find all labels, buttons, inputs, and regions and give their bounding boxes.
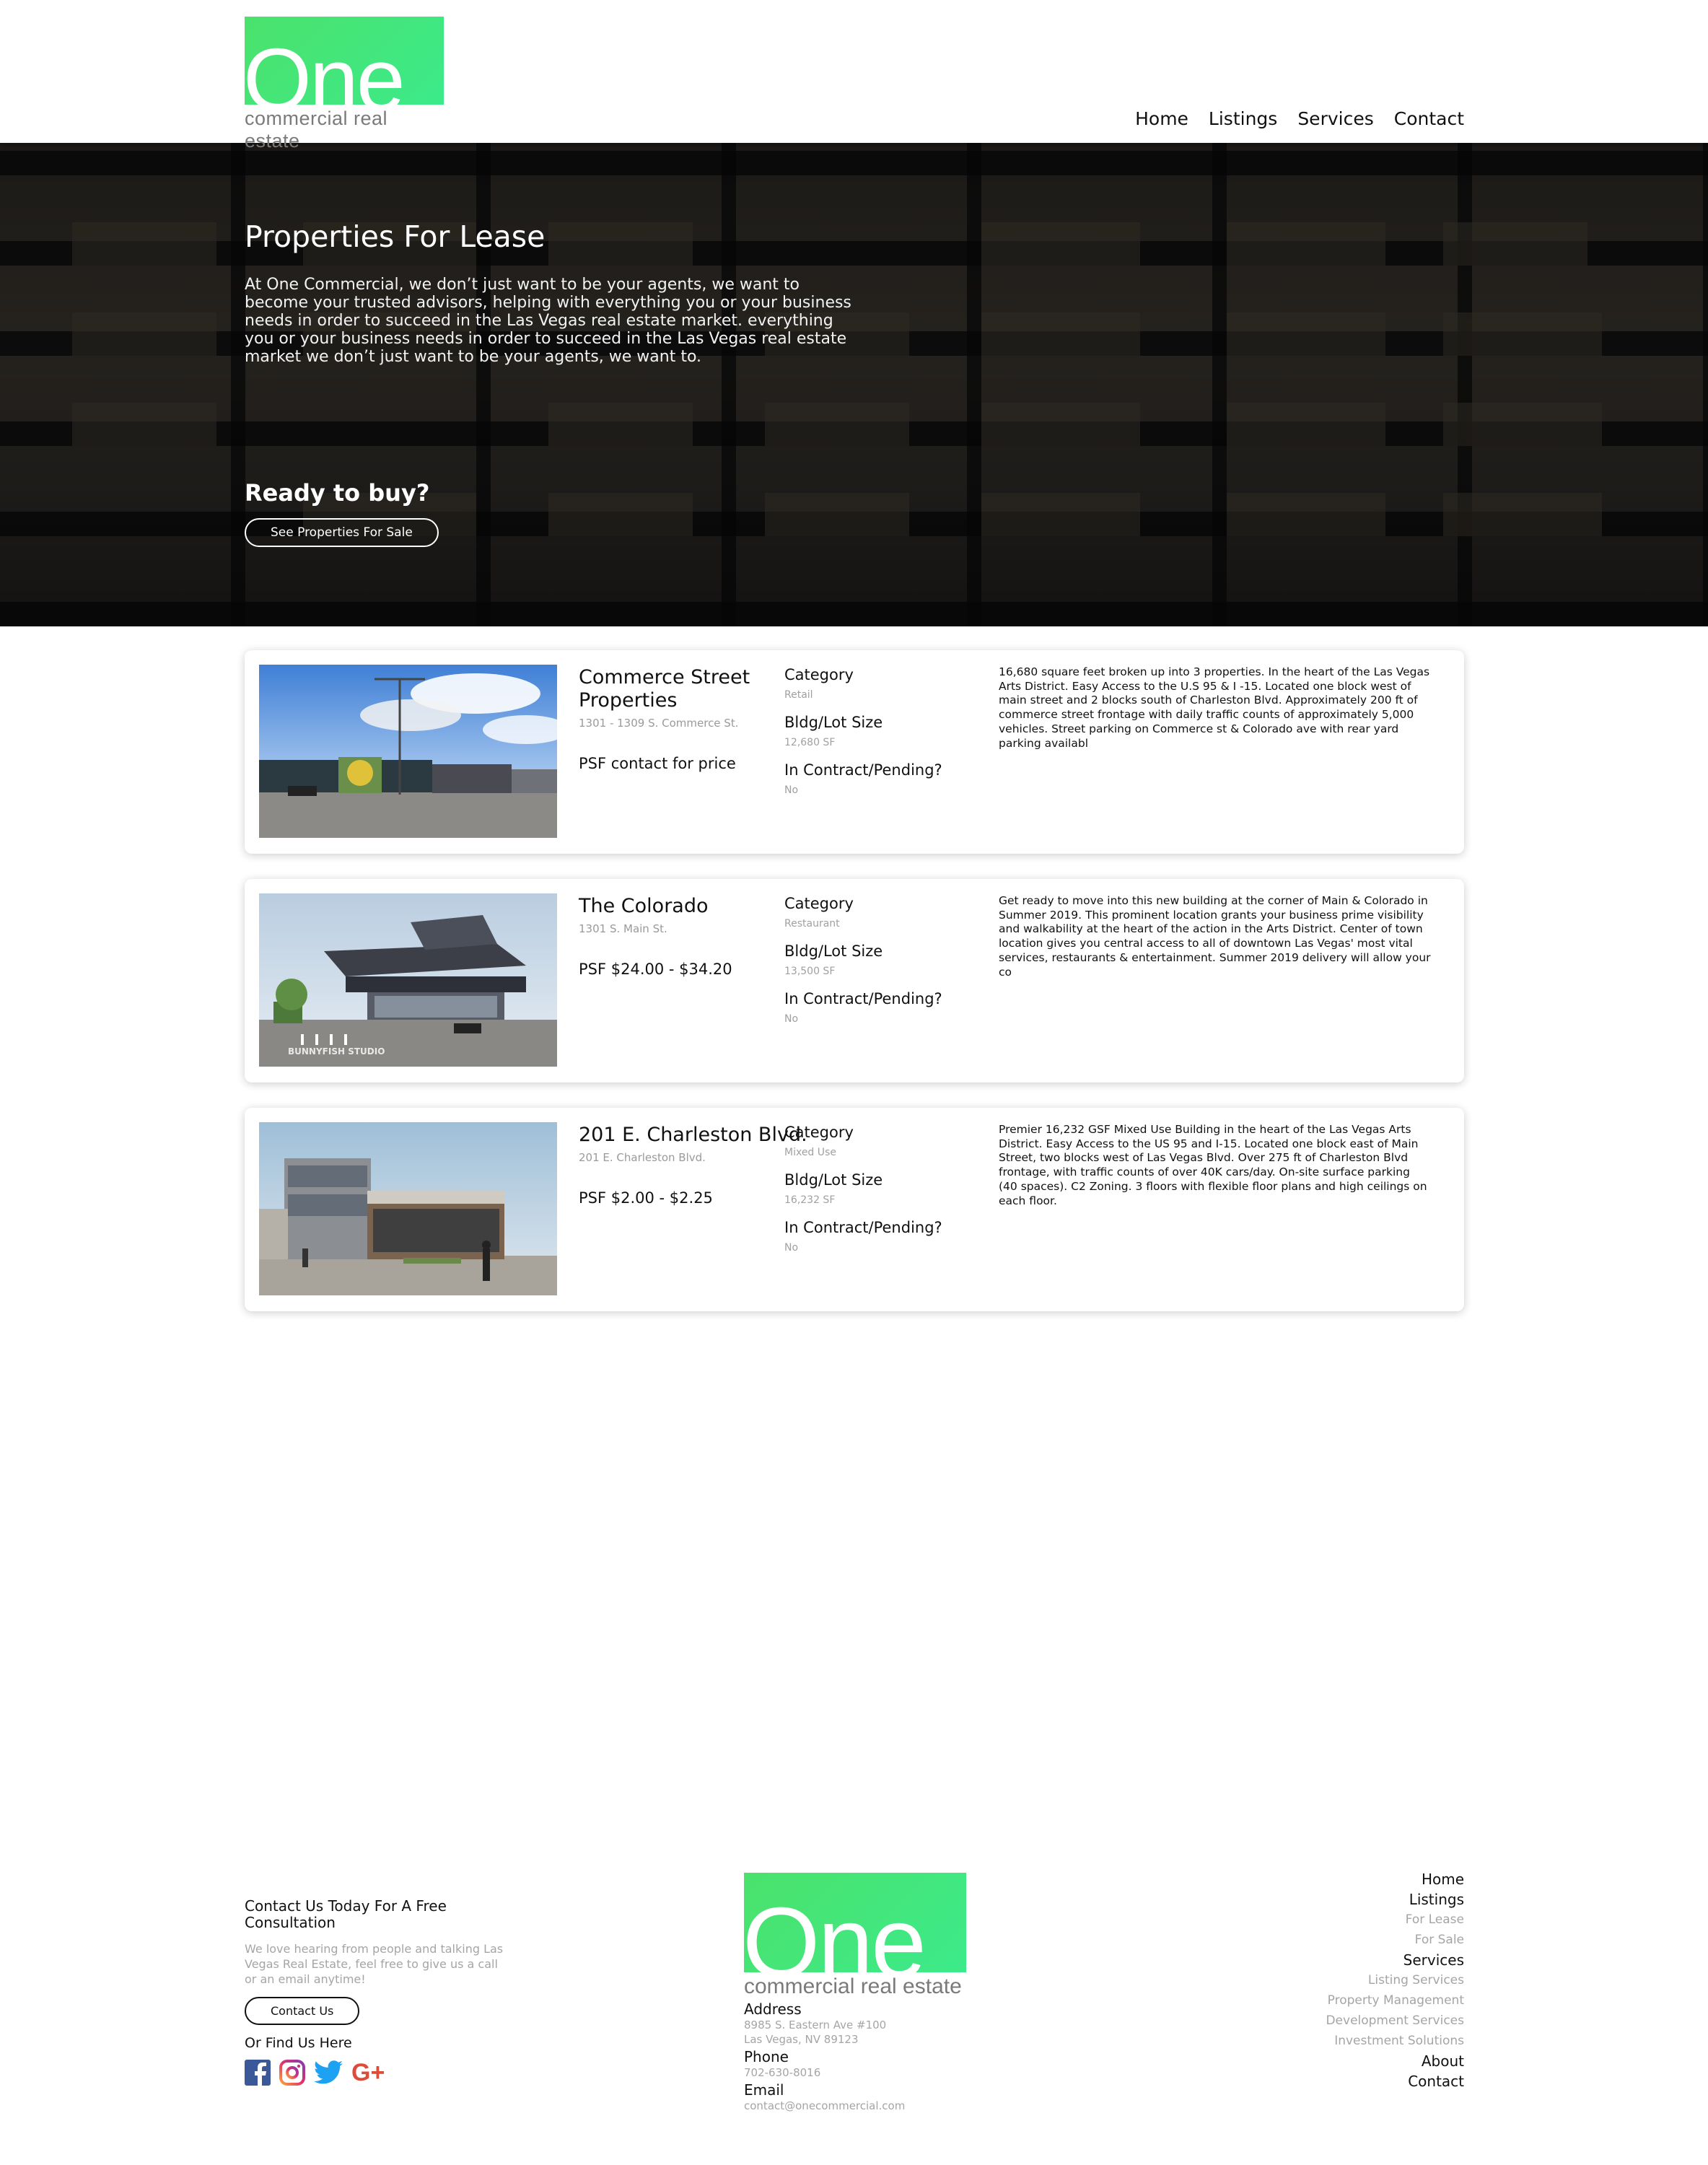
footer-link-for-sale[interactable]: For Sale bbox=[1326, 1930, 1464, 1950]
footer-link-about[interactable]: About bbox=[1326, 2051, 1464, 2071]
footer-contact-heading: Contact Us Today For A Free Consultation bbox=[245, 1897, 447, 1931]
footer-link-home[interactable]: Home bbox=[1326, 1869, 1464, 1889]
listing-description: Get ready to move into this new building… bbox=[999, 894, 1431, 979]
hero-content: Properties For Lease At One Commercial, … bbox=[245, 219, 865, 366]
contract-value: No bbox=[784, 784, 799, 796]
listing-name[interactable]: 201 E. Charleston Blvd. bbox=[579, 1124, 807, 1147]
footer-logo-word: One bbox=[744, 1887, 927, 1972]
footer-link-listings[interactable]: Listings bbox=[1326, 1889, 1464, 1910]
size-value: 12,680 SF bbox=[784, 737, 836, 748]
facebook-icon[interactable] bbox=[245, 2060, 271, 2089]
find-us-label: Or Find Us Here bbox=[245, 2035, 352, 2051]
address-label: Address bbox=[744, 2000, 802, 2018]
category-label: Category bbox=[784, 895, 854, 912]
listing-card[interactable]: 201 E. Charleston Blvd. 201 E. Charlesto… bbox=[245, 1108, 1464, 1311]
contract-label: In Contract/Pending? bbox=[784, 761, 942, 779]
listing-contract-status: In Contract/Pending? No bbox=[784, 990, 942, 1025]
footer-nav: Home Listings For Lease For Sale Service… bbox=[1326, 1869, 1464, 2091]
listing-name[interactable]: The Colorado bbox=[579, 895, 709, 918]
email-value[interactable]: contact@onecommercial.com bbox=[744, 2099, 968, 2113]
listing-contract-status: In Contract/Pending? No bbox=[784, 1219, 942, 1254]
contract-value: No bbox=[784, 1242, 799, 1254]
listing-photo[interactable] bbox=[259, 665, 557, 838]
site-logo[interactable]: One commercial real estate bbox=[245, 17, 444, 152]
category-value: Restaurant bbox=[784, 918, 840, 930]
listing-photo[interactable]: BUNNYFISH STUDIO bbox=[259, 893, 557, 1067]
listing-size: Bldg/Lot Size 13,500 SF bbox=[784, 942, 883, 977]
nav-home[interactable]: Home bbox=[1135, 108, 1188, 129]
address-line-2: Las Vegas, NV 89123 bbox=[744, 2033, 859, 2046]
listing-price: PSF $24.00 - $34.20 bbox=[579, 961, 732, 978]
listing-price: PSF contact for price bbox=[579, 755, 736, 772]
contract-label: In Contract/Pending? bbox=[784, 1219, 942, 1236]
twitter-icon[interactable] bbox=[314, 2060, 343, 2088]
listing-description: Premier 16,232 GSF Mixed Use Building in… bbox=[999, 1123, 1427, 1207]
hero-description: At One Commercial, we don’t just want to… bbox=[245, 276, 851, 366]
footer-link-development-services[interactable]: Development Services bbox=[1326, 2011, 1464, 2031]
listing-photo[interactable] bbox=[259, 1122, 557, 1295]
svg-text:G+: G+ bbox=[351, 2060, 385, 2085]
logo-word: One bbox=[245, 30, 406, 105]
size-label: Bldg/Lot Size bbox=[784, 1171, 883, 1189]
category-value: Mixed Use bbox=[784, 1147, 836, 1158]
category-label: Category bbox=[784, 666, 854, 683]
instagram-icon[interactable] bbox=[279, 2060, 305, 2089]
site-header: One commercial real estate Home Listings… bbox=[0, 0, 1708, 152]
size-label: Bldg/Lot Size bbox=[784, 714, 883, 731]
phone-value[interactable]: 702-630-8016 bbox=[744, 2065, 968, 2080]
listing-contract-status: In Contract/Pending? No bbox=[784, 761, 942, 796]
footer-link-listing-services[interactable]: Listing Services bbox=[1326, 1970, 1464, 1990]
listing-address: 201 E. Charleston Blvd. bbox=[579, 1151, 706, 1164]
nav-contact[interactable]: Contact bbox=[1394, 108, 1464, 129]
listing-card[interactable]: Commerce Street Properties 1301 - 1309 S… bbox=[245, 650, 1464, 854]
category-value: Retail bbox=[784, 689, 813, 701]
footer-link-property-management[interactable]: Property Management bbox=[1326, 1990, 1464, 2011]
footer-link-for-lease[interactable]: For Lease bbox=[1326, 1910, 1464, 1930]
listing-price: PSF $2.00 - $2.25 bbox=[579, 1189, 713, 1207]
photo-watermark: BUNNYFISH STUDIO bbox=[288, 1046, 385, 1057]
logo-tagline: commercial real estate bbox=[245, 108, 388, 152]
footer-link-investment-solutions[interactable]: Investment Solutions bbox=[1326, 2031, 1464, 2051]
phone-label: Phone bbox=[744, 2048, 789, 2065]
ready-to-buy-heading: Ready to buy? bbox=[245, 479, 430, 507]
contract-value: No bbox=[784, 1013, 799, 1025]
listing-category: Category Mixed Use bbox=[784, 1124, 854, 1158]
footer-link-services[interactable]: Services bbox=[1326, 1950, 1464, 1970]
google-plus-icon[interactable]: G+ bbox=[351, 2059, 393, 2088]
size-value: 13,500 SF bbox=[784, 966, 836, 977]
size-value: 16,232 SF bbox=[784, 1194, 836, 1206]
contract-label: In Contract/Pending? bbox=[784, 990, 942, 1007]
address-line-1: 8985 S. Eastern Ave #100 bbox=[744, 2019, 887, 2031]
contact-us-button[interactable]: Contact Us bbox=[245, 1997, 360, 2025]
listing-address: 1301 - 1309 S. Commerce St. bbox=[579, 717, 739, 730]
listing-size: Bldg/Lot Size 16,232 SF bbox=[784, 1171, 883, 1206]
email-label: Email bbox=[744, 2081, 784, 2099]
listing-size: Bldg/Lot Size 12,680 SF bbox=[784, 714, 883, 748]
size-label: Bldg/Lot Size bbox=[784, 942, 883, 960]
footer-contact-text: We love hearing from people and talking … bbox=[245, 1942, 504, 1986]
logo-mark: One bbox=[245, 17, 444, 105]
hero-title: Properties For Lease bbox=[245, 219, 546, 254]
main-nav: Home Listings Services Contact bbox=[1135, 108, 1464, 129]
footer-logo[interactable]: One bbox=[744, 1873, 966, 1972]
listing-name[interactable]: Commerce Street Properties bbox=[579, 666, 766, 712]
see-properties-for-sale-button[interactable]: See Properties For Sale bbox=[245, 518, 439, 547]
listing-category: Category Restaurant bbox=[784, 895, 854, 930]
footer-contact: Contact Us Today For A Free Consultation… bbox=[245, 1898, 504, 2089]
footer-company-info: One commercial real estate Address 8985 … bbox=[744, 1873, 968, 2113]
ready-to-buy: Ready to buy? See Properties For Sale bbox=[245, 479, 439, 547]
category-label: Category bbox=[784, 1124, 854, 1141]
listing-category: Category Retail bbox=[784, 666, 854, 701]
footer-link-contact[interactable]: Contact bbox=[1326, 2071, 1464, 2091]
listing-description: 16,680 square feet broken up into 3 prop… bbox=[999, 665, 1430, 750]
footer-logo-tagline: commercial real estate bbox=[744, 1974, 962, 1998]
nav-listings[interactable]: Listings bbox=[1209, 108, 1277, 129]
listing-card[interactable]: BUNNYFISH STUDIO The Colorado 1301 S. Ma… bbox=[245, 879, 1464, 1082]
social-links: G+ bbox=[245, 2059, 504, 2089]
hero-overlay bbox=[0, 143, 1708, 626]
listing-address: 1301 S. Main St. bbox=[579, 922, 667, 935]
hero-banner: Properties For Lease At One Commercial, … bbox=[0, 143, 1708, 626]
nav-services[interactable]: Services bbox=[1297, 108, 1373, 129]
